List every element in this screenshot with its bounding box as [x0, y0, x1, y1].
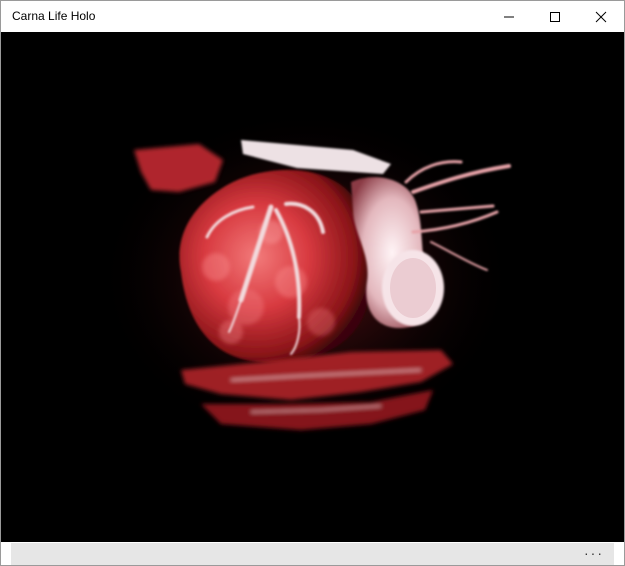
minimize-button[interactable] [486, 1, 532, 32]
maximize-icon [550, 11, 560, 22]
window-controls [486, 1, 624, 32]
close-button[interactable] [578, 1, 624, 32]
app-window: Carna Life Holo ··· [0, 0, 625, 566]
3d-viewport[interactable] [1, 32, 624, 542]
close-icon [595, 11, 607, 22]
more-options-button[interactable]: ··· [584, 543, 604, 565]
heart-volume-render [96, 107, 516, 447]
app-bar: ··· [11, 543, 614, 565]
title-bar[interactable]: Carna Life Holo [1, 1, 624, 32]
maximize-button[interactable] [532, 1, 578, 32]
aorta-lumen [390, 258, 436, 318]
window-title: Carna Life Holo [12, 9, 96, 23]
minimize-icon [504, 16, 514, 17]
